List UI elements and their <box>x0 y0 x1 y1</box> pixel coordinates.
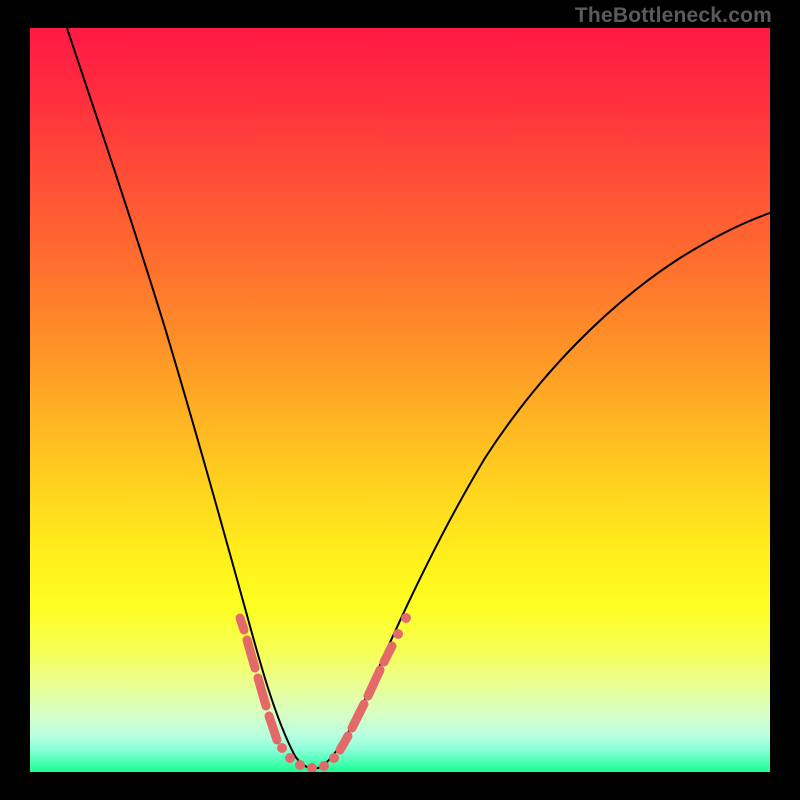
highlight-segment-left <box>240 618 244 630</box>
highlight-dot <box>393 629 403 639</box>
highlight-dot <box>319 761 329 771</box>
highlight-dot <box>285 753 295 763</box>
curve-svg <box>30 28 770 772</box>
highlight-dot <box>329 753 339 763</box>
highlight-segment-right <box>352 704 364 728</box>
highlight-segment-right <box>368 670 380 696</box>
highlight-dot <box>277 743 287 753</box>
highlight-dot <box>295 760 305 770</box>
plot-area <box>30 28 770 772</box>
chart-frame: TheBottleneck.com <box>0 0 800 800</box>
highlight-dot <box>401 613 411 623</box>
highlight-segment-left <box>269 716 277 740</box>
highlight-dot <box>307 763 317 772</box>
highlight-segment-left <box>247 640 255 668</box>
highlight-segment-right <box>340 736 348 750</box>
bottleneck-curve <box>67 28 770 769</box>
highlight-segment-left <box>258 678 266 706</box>
highlight-segment-right <box>384 646 392 662</box>
watermark-text: TheBottleneck.com <box>575 4 772 28</box>
